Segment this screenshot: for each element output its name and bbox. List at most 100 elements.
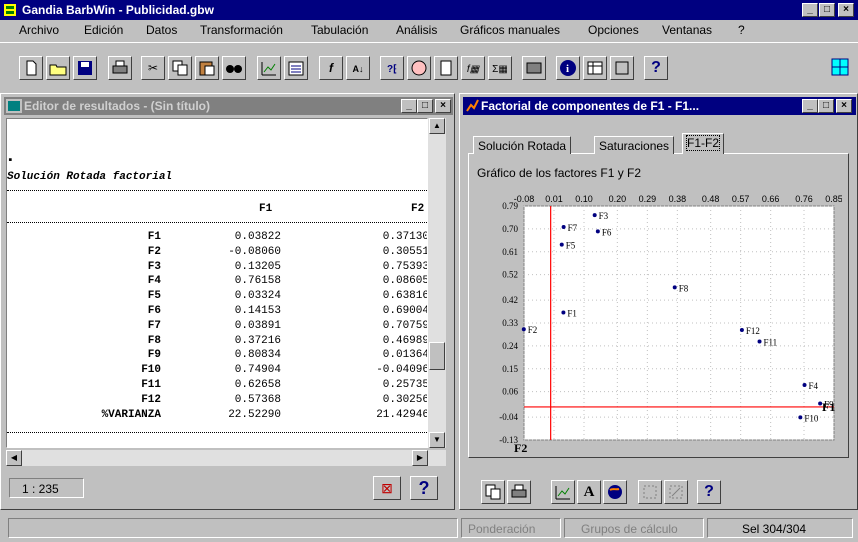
data-point	[592, 213, 597, 218]
table-row: F3 0.13205 0.75393	[7, 260, 427, 274]
cut-icon[interactable]: ✂	[141, 56, 165, 80]
copy-icon[interactable]	[481, 480, 505, 504]
line-position: 1 : 235	[9, 478, 84, 498]
help-context-icon[interactable]: ?⁅	[380, 56, 404, 80]
printer-preview-icon[interactable]	[284, 56, 308, 80]
minimize-icon[interactable]: _	[802, 99, 818, 113]
menu-graficos-manuales[interactable]: Gráficos manuales	[460, 23, 560, 37]
menu-archivo[interactable]: Archivo	[19, 23, 59, 37]
help-button[interactable]: ?	[410, 476, 438, 500]
sum-icon[interactable]: Σ▦	[488, 56, 512, 80]
value-f1: 0.76158	[234, 275, 281, 288]
chart-edit-icon[interactable]	[257, 56, 281, 80]
paste-icon[interactable]	[195, 56, 219, 80]
info-icon[interactable]: i	[556, 56, 580, 80]
print-icon[interactable]	[108, 56, 132, 80]
find-icon[interactable]	[222, 56, 246, 80]
maximize-icon[interactable]: □	[818, 99, 834, 113]
minimize-icon[interactable]: _	[401, 99, 417, 113]
help-icon[interactable]: ?	[644, 56, 668, 80]
value-f2: -0.04096	[376, 364, 428, 377]
sort-icon[interactable]: A↓	[346, 56, 370, 80]
bullet: ▪	[7, 155, 14, 167]
y-tick-label: 0.61	[502, 247, 518, 257]
scroll-thumb[interactable]	[429, 342, 445, 370]
y-tick-label: 0.15	[502, 364, 518, 374]
minimize-icon[interactable]: _	[802, 3, 818, 17]
film-icon[interactable]	[522, 56, 546, 80]
y-tick-label: 0.79	[502, 201, 518, 211]
tab-f1-f2[interactable]: F1-F2	[682, 133, 725, 154]
label-move-icon[interactable]	[664, 480, 688, 504]
scroll-right-icon[interactable]: ▶	[412, 450, 428, 466]
table-icon[interactable]	[583, 56, 607, 80]
x-tick-label: 0.48	[702, 194, 720, 204]
scroll-down-icon[interactable]: ▼	[429, 432, 445, 448]
scroll-up-icon[interactable]: ▲	[429, 118, 445, 134]
copy-icon[interactable]	[168, 56, 192, 80]
maximize-icon[interactable]: □	[819, 3, 835, 17]
open-folder-icon[interactable]	[46, 56, 70, 80]
chart-caption: Gráfico de los factores F1 y F2	[477, 166, 642, 180]
row-label: F1	[147, 231, 161, 243]
y-tick-label: -0.04	[499, 412, 518, 422]
scroll-left-icon[interactable]: ◀	[6, 450, 22, 466]
value-f1: 0.14153	[234, 305, 281, 317]
data-point	[757, 339, 762, 344]
table-row: F9 0.80834 0.01364	[7, 349, 427, 362]
formula-icon[interactable]: f	[319, 56, 343, 80]
col-header-f1: F1	[259, 203, 273, 215]
svg-text:i: i	[566, 63, 569, 75]
help-icon[interactable]: ?	[697, 480, 721, 504]
view-icon[interactable]	[407, 56, 431, 80]
value-f1: 0.13205	[234, 260, 281, 273]
menu-opciones[interactable]: Opciones	[588, 23, 639, 37]
horizontal-scrollbar[interactable]: ◀ ▶	[6, 450, 446, 466]
menu-help[interactable]: ?	[738, 23, 745, 37]
menu-transformacion[interactable]: Transformación	[200, 23, 283, 37]
value-f1: 0.80834	[234, 349, 281, 362]
data-point	[595, 229, 600, 234]
window-icon	[6, 99, 22, 113]
tool-icon[interactable]	[610, 56, 634, 80]
menu-bar: Archivo Edición Datos Transformación Tab…	[0, 20, 858, 40]
tab-saturaciones[interactable]: Saturaciones	[594, 136, 675, 154]
table-row: F5 0.03324 0.63816	[7, 290, 427, 303]
window-tile-icon[interactable]	[828, 56, 852, 80]
factor-scatter-chart: -0.08 0.01 0.10 0.20 0.29 0.38 0.48 0.57 0.66 0.7…	[499, 194, 842, 452]
function-icon[interactable]: f▦	[461, 56, 485, 80]
menu-tabulacion[interactable]: Tabulación	[311, 23, 368, 37]
menu-ventanas[interactable]: Ventanas	[662, 23, 712, 37]
clear-button[interactable]: ⊠	[373, 476, 401, 500]
close-icon[interactable]: ×	[838, 3, 854, 17]
table-row: F1 0.03822 0.37130	[7, 231, 428, 244]
status-grupos: Grupos de cálculo	[564, 518, 704, 538]
vertical-scrollbar[interactable]: ▲ ▼	[428, 118, 446, 448]
new-file-icon[interactable]	[19, 56, 43, 80]
menu-datos[interactable]: Datos	[146, 23, 177, 37]
menu-analisis[interactable]: Análisis	[396, 23, 437, 37]
tab-f1-f2-label: F1-F2	[685, 135, 721, 151]
x-tick-label: 0.38	[669, 194, 687, 204]
close-icon[interactable]: ×	[435, 99, 451, 113]
font-icon[interactable]: A	[577, 480, 601, 504]
save-icon[interactable]	[73, 56, 97, 80]
value-f1: 0.57368	[234, 393, 281, 406]
chart-icon[interactable]	[551, 480, 575, 504]
menu-edicion[interactable]: Edición	[84, 23, 123, 37]
y-tick-label: 0.42	[502, 295, 518, 305]
value-f2: 0.37130	[382, 231, 428, 243]
color-icon[interactable]	[603, 480, 627, 504]
print-icon[interactable]	[507, 480, 531, 504]
close-icon[interactable]: ×	[836, 99, 852, 113]
results-text-area[interactable]: ▪ Solución Rotada factorial F1 F2 F1 0.03…	[6, 118, 428, 448]
value-f1: 0.03891	[234, 319, 281, 332]
labels-icon[interactable]	[638, 480, 662, 504]
tab-solucion-rotada[interactable]: Solución Rotada	[473, 136, 572, 154]
point-label: F2	[528, 325, 538, 335]
table-row: F11 0.62658 0.25735	[7, 379, 427, 392]
x-tick-label: 0.57	[732, 194, 750, 204]
y-axis-label: F2	[514, 441, 527, 452]
maximize-icon[interactable]: □	[417, 99, 433, 113]
calculator-icon[interactable]	[434, 56, 458, 80]
